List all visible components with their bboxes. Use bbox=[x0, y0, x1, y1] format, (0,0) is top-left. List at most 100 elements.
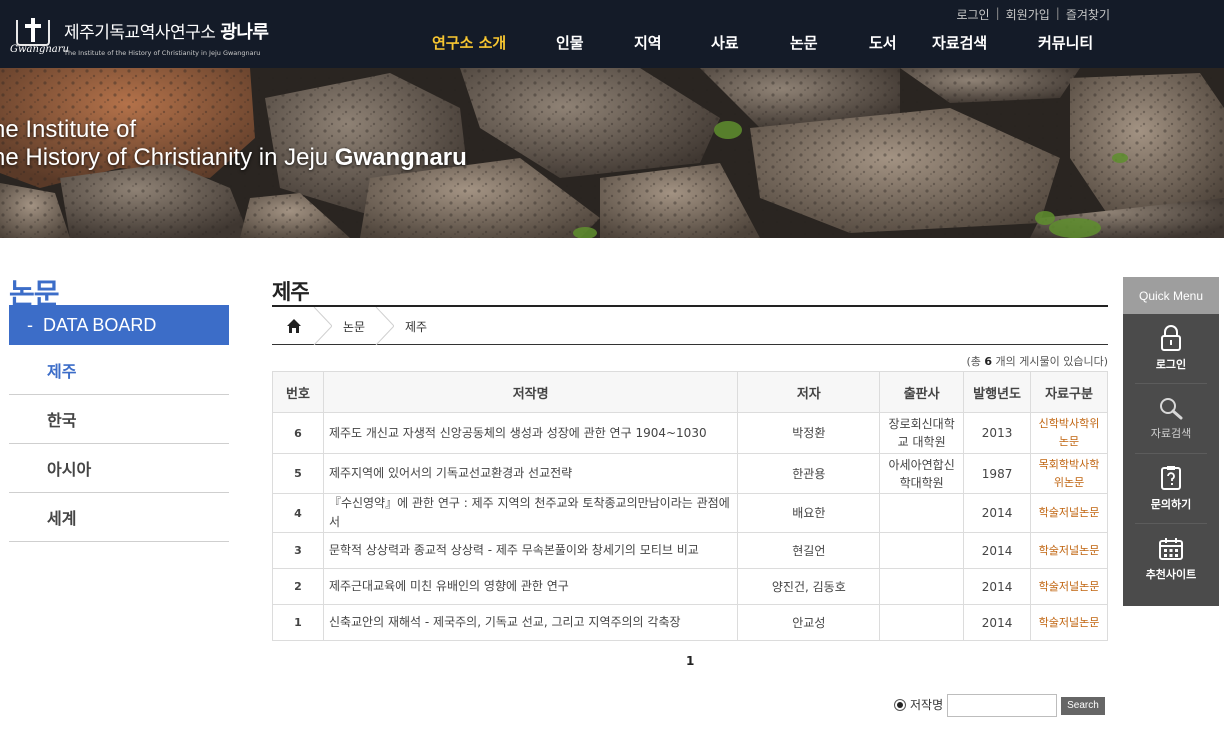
row-author: 배요한 bbox=[737, 493, 881, 533]
row-year: 1987 bbox=[963, 453, 1032, 494]
chevron-right-icon bbox=[375, 307, 394, 345]
nav-books[interactable]: 도서 bbox=[869, 32, 932, 53]
breadcrumb: 논문 제주 bbox=[272, 307, 1108, 345]
hero-banner: he Institute of he History of Christiani… bbox=[0, 68, 1224, 238]
login-link[interactable]: 로그인 bbox=[956, 6, 989, 23]
row-number: 6 bbox=[272, 412, 324, 454]
nav-historical-records[interactable]: 사료 bbox=[711, 32, 790, 53]
logo-script: Gwangnaru bbox=[10, 44, 69, 55]
search-icon bbox=[1160, 398, 1183, 420]
row-type: 학술저널논문 bbox=[1030, 532, 1108, 569]
row-publisher bbox=[879, 493, 965, 533]
breadcrumb-papers[interactable]: 논문 bbox=[343, 318, 365, 335]
sub-nav-jeju[interactable]: 제주 bbox=[9, 346, 229, 395]
row-title-link[interactable]: 문학적 상상력과 종교적 상상력 - 제주 무속본풀이와 창세기의 모티브 비교 bbox=[322, 532, 739, 569]
row-year: 2014 bbox=[963, 493, 1032, 533]
row-title-link[interactable]: 제주도 개신교 자생적 신앙공동체의 생성과 성장에 관한 연구 1904~10… bbox=[322, 412, 739, 454]
column-header: 저작명 bbox=[322, 371, 739, 413]
lock-icon bbox=[1161, 325, 1181, 351]
row-year: 2013 bbox=[963, 412, 1032, 454]
table-row: 4 『수신영약』에 관한 연구 : 제주 지역의 천주교와 토착종교의만남이라는… bbox=[272, 493, 1108, 533]
row-year: 2014 bbox=[963, 604, 1032, 641]
book-cross-icon: Gwangnaru bbox=[10, 18, 69, 62]
calendar-icon bbox=[1159, 537, 1183, 560]
row-number: 1 bbox=[272, 604, 324, 641]
row-author: 안교성 bbox=[737, 604, 881, 641]
row-publisher: 아세아연합신학대학원 bbox=[879, 453, 965, 494]
row-author: 박정환 bbox=[737, 412, 881, 454]
row-publisher bbox=[879, 604, 965, 641]
row-title-link[interactable]: 제주근대교육에 미친 유배인의 영향에 관한 연구 bbox=[322, 568, 739, 605]
row-type: 학술저널논문 bbox=[1030, 604, 1108, 641]
separator: | bbox=[1055, 6, 1060, 20]
row-year: 2014 bbox=[963, 532, 1032, 569]
table-row: 1 신축교안의 재해석 - 제국주의, 기독교 선교, 그리고 지역주의의 각축… bbox=[272, 604, 1108, 641]
row-year: 2014 bbox=[963, 568, 1032, 605]
row-publisher: 장로회신대학교 대학원 bbox=[879, 412, 965, 454]
quick-login[interactable]: 로그인 bbox=[1135, 314, 1207, 384]
quick-inquiry[interactable]: 문의하기 bbox=[1135, 454, 1207, 524]
row-number: 4 bbox=[272, 493, 324, 533]
nav-institute-intro[interactable]: 연구소 소개 bbox=[432, 32, 556, 53]
site-header: Gwangnaru 제주기독교역사연구소 광나루 The Institute o… bbox=[0, 0, 1224, 68]
logo-korean-name: 제주기독교역사연구소 광나루 bbox=[64, 22, 269, 43]
clipboard-question-icon bbox=[1161, 466, 1181, 490]
main-navigation: 연구소 소개 인물 지역 사료 논문 도서 자료검색 커뮤니티 bbox=[432, 32, 1093, 53]
quick-search[interactable]: 자료검색 bbox=[1135, 384, 1207, 454]
quick-recommended-sites[interactable]: 추천사이트 bbox=[1135, 524, 1207, 594]
nav-data-search[interactable]: 자료검색 bbox=[932, 32, 1038, 53]
data-board-header[interactable]: - DATA BOARD bbox=[9, 305, 229, 345]
table-header-row: 번호 저작명 저자 출판사 발행년도 자료구분 bbox=[272, 371, 1108, 413]
quick-menu-title: Quick Menu bbox=[1123, 277, 1219, 314]
search-input[interactable] bbox=[947, 694, 1058, 717]
quick-menu: Quick Menu 로그인 자료검색 문의하기 추천사이트 bbox=[1123, 277, 1219, 606]
row-author: 한관용 bbox=[737, 453, 881, 494]
nav-papers[interactable]: 논문 bbox=[790, 32, 869, 53]
post-count: (총 6 개의 게시물이 있습니다) bbox=[966, 355, 1108, 368]
nav-people[interactable]: 인물 bbox=[556, 32, 634, 53]
column-header: 출판사 bbox=[879, 371, 965, 413]
search-button[interactable]: Search bbox=[1061, 696, 1105, 715]
home-icon[interactable] bbox=[286, 318, 302, 334]
search-option-radio[interactable] bbox=[894, 698, 906, 711]
row-author: 현길언 bbox=[737, 532, 881, 569]
paper-list-table: 번호 저작명 저자 출판사 발행년도 자료구분 6 제주도 개신교 자생적 신앙… bbox=[272, 371, 1108, 641]
search-option-label: 저작명 bbox=[910, 698, 944, 712]
sub-nav-korea[interactable]: 한국 bbox=[9, 395, 229, 444]
sub-nav-world[interactable]: 세계 bbox=[9, 493, 229, 542]
row-title-link[interactable]: 『수신영약』에 관한 연구 : 제주 지역의 천주교와 토착종교의만남이라는 관… bbox=[322, 493, 739, 533]
column-header: 자료구분 bbox=[1030, 371, 1108, 413]
table-row: 3 문학적 상상력과 종교적 상상력 - 제주 무속본풀이와 창세기의 모티브 … bbox=[272, 532, 1108, 569]
banner-tagline: he Institute of he History of Christiani… bbox=[0, 116, 467, 171]
row-title-link[interactable]: 제주지역에 있어서의 기독교선교환경과 선교전략 bbox=[322, 453, 739, 494]
page-title: 제주 bbox=[272, 280, 310, 304]
utility-links: 로그인 | 회원가입 | 즐겨찾기 bbox=[956, 6, 1110, 23]
separator: | bbox=[995, 6, 1000, 20]
sub-nav-asia[interactable]: 아시아 bbox=[9, 444, 229, 493]
row-type: 신학박사학위논문 bbox=[1030, 412, 1108, 454]
column-header: 저자 bbox=[737, 371, 881, 413]
chevron-right-icon bbox=[313, 307, 332, 345]
logo-english-name: The Institute of the History of Christia… bbox=[64, 49, 261, 57]
row-title-link[interactable]: 신축교안의 재해석 - 제국주의, 기독교 선교, 그리고 지역주의의 각축장 bbox=[322, 604, 739, 641]
column-header: 번호 bbox=[272, 371, 324, 413]
row-author: 양진건, 김동호 bbox=[737, 568, 881, 605]
bookmark-link[interactable]: 즐겨찾기 bbox=[1066, 6, 1110, 23]
nav-community[interactable]: 커뮤니티 bbox=[1038, 32, 1093, 53]
table-row: 6 제주도 개신교 자생적 신앙공동체의 생성과 성장에 관한 연구 1904~… bbox=[272, 412, 1108, 454]
row-type: 학술저널논문 bbox=[1030, 568, 1108, 605]
row-number: 2 bbox=[272, 568, 324, 605]
row-type: 목회학박사학위논문 bbox=[1030, 453, 1108, 494]
pagination-page[interactable]: 1 bbox=[686, 654, 694, 668]
table-row: 2 제주근대교육에 미친 유배인의 영향에 관한 연구 양진건, 김동호 201… bbox=[272, 568, 1108, 605]
row-publisher bbox=[879, 532, 965, 569]
column-header: 발행년도 bbox=[963, 371, 1032, 413]
sub-navigation: 제주 한국 아시아 세계 bbox=[9, 346, 229, 542]
site-logo[interactable]: Gwangnaru 제주기독교역사연구소 광나루 The Institute o… bbox=[10, 18, 269, 64]
row-type: 학술저널논문 bbox=[1030, 493, 1108, 533]
signup-link[interactable]: 회원가입 bbox=[1006, 6, 1050, 23]
row-number: 5 bbox=[272, 453, 324, 494]
nav-region[interactable]: 지역 bbox=[634, 32, 711, 53]
row-number: 3 bbox=[272, 532, 324, 569]
breadcrumb-current: 제주 bbox=[405, 320, 428, 334]
